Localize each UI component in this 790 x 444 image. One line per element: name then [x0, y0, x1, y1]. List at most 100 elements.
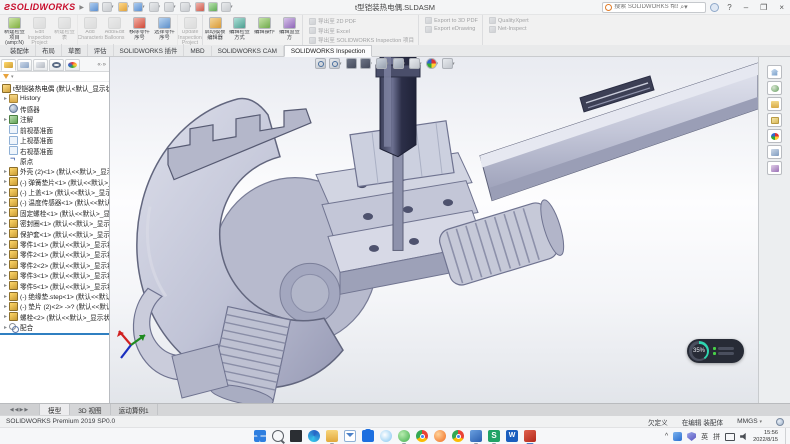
security-shield-icon[interactable]: [687, 432, 696, 441]
display-cast-icon[interactable]: [725, 433, 735, 441]
section-view-icon[interactable]: ▾: [360, 58, 373, 69]
ribbon-button[interactable]: 新建检查项目 (amp:N): [2, 15, 27, 45]
green-app-icon[interactable]: [398, 430, 410, 442]
dimxpertmanager-tab[interactable]: [49, 59, 64, 71]
design-library-icon[interactable]: [767, 97, 782, 111]
tree-item[interactable]: 前视基准面: [0, 125, 109, 135]
expand-arrow-icon[interactable]: ▸: [2, 261, 9, 268]
tree-item[interactable]: ▸ History: [0, 93, 109, 103]
units-selector[interactable]: MMGS ▾: [737, 418, 762, 425]
tree-item[interactable]: ▸ 固定螺栓<1> (默认<<默认>_显示状: [0, 208, 109, 218]
expand-arrow-icon[interactable]: ▸: [2, 324, 9, 331]
word-icon[interactable]: [506, 430, 518, 442]
tree-item[interactable]: ▸ (-) 弹簧垫片<1> (默认<<默认>_显: [0, 177, 109, 187]
tree-item[interactable]: ▸ (-) 垫片 (2)<2> ->? (默认<<默认>_: [0, 301, 109, 311]
tree-item[interactable]: ▸ (-) 温度传感器<1> (默认<<默认>_: [0, 197, 109, 207]
store-icon[interactable]: [362, 430, 374, 442]
ribbon-button[interactable]: 新建检查表: [52, 15, 77, 45]
home-tab-icon[interactable]: [767, 65, 782, 79]
ribbon-button[interactable]: Add/Edit Balloons: [102, 15, 127, 45]
command-tab[interactable]: 评估: [88, 44, 114, 56]
tree-item[interactable]: ▸ (-) 绝缘垫.step<1> (默认<<默认>_: [0, 291, 109, 301]
panel-tabs-overflow-icon[interactable]: «·»: [97, 62, 108, 68]
task-view-button[interactable]: [290, 430, 302, 442]
restore-button[interactable]: ❐: [756, 1, 771, 14]
ribbon-button[interactable]: 编辑监查方: [277, 15, 302, 45]
tree-item[interactable]: ▸ 零件3<1> (默认<<默认>_显示状态: [0, 270, 109, 280]
previous-view-icon[interactable]: [346, 58, 356, 69]
open-icon[interactable]: ▾: [118, 2, 130, 12]
save-icon[interactable]: ▾: [133, 2, 145, 12]
configurationmanager-tab[interactable]: [33, 59, 48, 71]
browser-app-icon[interactable]: [452, 430, 464, 442]
clock[interactable]: 15:56 2022/8/15: [753, 430, 778, 443]
view-orientation-icon[interactable]: ▾: [376, 58, 389, 69]
thermocouple-3d-model[interactable]: [110, 57, 758, 403]
command-tab[interactable]: 布局: [36, 44, 62, 56]
tree-item[interactable]: 传感器: [0, 104, 109, 114]
displaymanager-tab[interactable]: [65, 59, 80, 71]
zoom-area-icon[interactable]: ▾: [329, 58, 342, 69]
file-explorer-icon[interactable]: [767, 113, 782, 127]
select-icon[interactable]: ▾: [180, 2, 192, 12]
command-tab[interactable]: SOLIDWORKS 插件: [114, 44, 185, 56]
document-tab[interactable]: 3D 视图: [70, 404, 110, 415]
expand-arrow-icon[interactable]: ▸: [2, 303, 9, 310]
tree-item[interactable]: ▸ 零件1<1> (默认<<默认>_显示状态: [0, 239, 109, 249]
hide-show-items-icon[interactable]: ▾: [409, 58, 422, 69]
tree-item[interactable]: ▸ 零件5<1> (默认<<默认>_显示状态: [0, 280, 109, 290]
help-button[interactable]: ?: [723, 1, 735, 14]
expand-arrow-icon[interactable]: ▸: [2, 220, 9, 227]
green-s-app-icon[interactable]: [488, 430, 500, 442]
tree-item[interactable]: ▸ 零件2<1> (默认<<默认>_显示状态: [0, 249, 109, 259]
search-input[interactable]: [614, 4, 678, 10]
notes-app-icon[interactable]: [470, 430, 482, 442]
ribbon-button[interactable]: 编辑检查方式: [227, 15, 252, 45]
show-desktop-button[interactable]: [785, 428, 787, 444]
start-button[interactable]: [254, 430, 266, 442]
ribbon-button[interactable]: Edit Inspection Project: [27, 15, 52, 45]
tree-item[interactable]: ▸ 零件2<2> (默认<<默认>_显示状态: [0, 260, 109, 270]
expand-arrow-icon[interactable]: ▸: [2, 241, 9, 248]
tree-filter[interactable]: ▾: [0, 72, 109, 82]
tree-item[interactable]: ▸ 密封圈<1> (默认<<默认>_显示状态: [0, 218, 109, 228]
ime-indicator[interactable]: 拼: [713, 432, 720, 442]
expand-arrow-icon[interactable]: ▸: [2, 116, 9, 123]
tree-item[interactable]: ▸ 外壳 (2)<1> (默认<<默认>_显示状: [0, 166, 109, 176]
close-button[interactable]: ×: [775, 1, 788, 14]
performance-overlay[interactable]: 35%: [687, 339, 744, 363]
options-gear-icon[interactable]: ▾: [221, 2, 233, 12]
command-tab[interactable]: 草图: [62, 44, 88, 56]
tree-item[interactable]: 右视基准面: [0, 145, 109, 155]
solidworks-app-icon[interactable]: [524, 430, 536, 442]
tree-item[interactable]: ▸ 注解: [0, 114, 109, 124]
tree-root-item[interactable]: t型铠装热电偶 (默认<默认_显示状态-1: [0, 83, 109, 93]
language-indicator[interactable]: 英: [701, 432, 708, 442]
tray-chevron-icon[interactable]: ^: [665, 433, 668, 440]
expand-arrow-icon[interactable]: ▸: [2, 251, 9, 258]
undo-icon[interactable]: ▾: [164, 2, 176, 12]
ribbon-button[interactable]: Add Characteristic: [77, 15, 102, 45]
zoom-fit-icon[interactable]: [315, 58, 325, 69]
featuremanager-tab[interactable]: [1, 59, 16, 71]
solidworks-forum-icon[interactable]: [767, 161, 782, 175]
appearances-scenes-icon[interactable]: [767, 129, 782, 143]
custom-properties-icon[interactable]: [767, 145, 782, 159]
propertymanager-tab[interactable]: [17, 59, 32, 71]
volume-icon[interactable]: [740, 433, 748, 441]
tree-item[interactable]: ▸ 螺栓<2> (默认<<默认>_显示状态: [0, 312, 109, 322]
search-icon[interactable]: ⌕▾: [680, 3, 687, 12]
expand-arrow-icon[interactable]: ▸: [2, 95, 9, 102]
chrome-icon[interactable]: [416, 430, 428, 442]
expand-arrow-icon[interactable]: ▸: [2, 272, 9, 279]
expand-arrow-icon[interactable]: ▸: [2, 189, 9, 196]
display-style-icon[interactable]: ▾: [393, 58, 406, 69]
orange-app-icon[interactable]: [434, 430, 446, 442]
mail-icon[interactable]: [344, 430, 356, 442]
search-button[interactable]: [272, 430, 284, 442]
status-globe-icon[interactable]: [776, 418, 784, 426]
file-properties-icon[interactable]: [208, 2, 217, 12]
expand-arrow-icon[interactable]: ▸: [2, 282, 9, 289]
document-tab[interactable]: 模型: [40, 404, 70, 415]
ribbon-button[interactable]: 编辑操作: [252, 15, 277, 45]
